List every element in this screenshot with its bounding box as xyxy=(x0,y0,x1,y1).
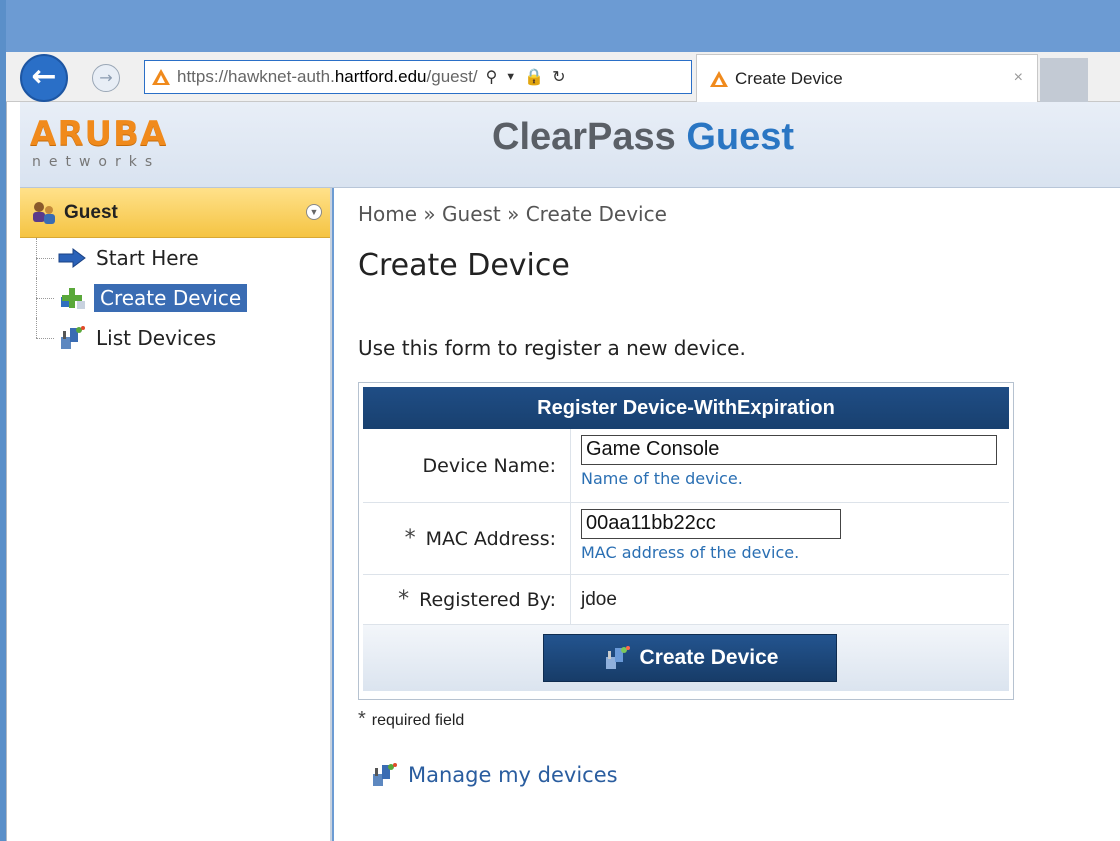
sidebar-heading[interactable]: Guest ▼ xyxy=(20,188,330,238)
required-marker: * xyxy=(398,587,410,612)
create-device-button-label: Create Device xyxy=(639,646,779,669)
arrow-left-icon: ← xyxy=(31,59,57,94)
register-device-form: Register Device-WithExpiration Device Na… xyxy=(358,382,1014,700)
left-margin xyxy=(6,102,20,841)
manage-devices-label: Manage my devices xyxy=(408,763,618,787)
tab-title: Create Device xyxy=(735,68,843,88)
device-name-label: Device Name: xyxy=(363,429,571,502)
sidebar-item-list-devices[interactable]: List Devices xyxy=(20,318,330,358)
arrow-right-icon: → xyxy=(99,68,113,87)
create-device-button[interactable]: Create Device xyxy=(543,634,837,682)
sidebar: Guest ▼ Start Here Create Device List De… xyxy=(20,188,332,841)
forward-button[interactable]: → xyxy=(92,64,120,92)
logo-wordmark: ARUBA xyxy=(30,114,168,154)
form-actions: Create Device xyxy=(363,625,1009,691)
lock-icon[interactable]: 🔒 xyxy=(524,67,544,87)
logo-subtitle: networks xyxy=(32,154,161,170)
arrow-right-icon xyxy=(56,245,88,271)
registered-by-value: jdoe xyxy=(581,589,617,610)
sidebar-item-start-here[interactable]: Start Here xyxy=(20,238,330,278)
mac-address-label: MAC Address: xyxy=(425,527,556,550)
search-icon[interactable]: ⚲ xyxy=(486,67,498,87)
app-title: ClearPass Guest xyxy=(492,116,795,158)
device-name-row: Device Name: Game Console Name of the de… xyxy=(363,429,1009,503)
aruba-favicon-icon xyxy=(152,69,170,85)
registered-by-label: Registered By: xyxy=(419,588,556,611)
sidebar-item-label: List Devices xyxy=(96,326,217,350)
required-marker: * xyxy=(358,708,366,730)
address-bar[interactable]: https://hawknet-auth.hartford.edu/guest/… xyxy=(144,60,692,94)
app-header: ARUBA networks ClearPass Guest xyxy=(20,102,1120,188)
aruba-logo: ARUBA networks xyxy=(30,116,210,176)
devices-icon xyxy=(56,325,88,351)
collapse-icon[interactable]: ▼ xyxy=(306,204,322,220)
devices-icon xyxy=(368,762,400,788)
dropdown-icon[interactable]: ▼ xyxy=(505,67,516,87)
sidebar-heading-label: Guest xyxy=(64,201,118,223)
close-tab-icon[interactable]: × xyxy=(1014,69,1023,87)
browser-toolbar: ← → https://hawknet-auth.hartford.edu/gu… xyxy=(6,52,1120,102)
breadcrumb[interactable]: Home » Guest » Create Device xyxy=(358,202,667,226)
back-button[interactable]: ← xyxy=(20,54,68,102)
manage-devices-link[interactable]: Manage my devices xyxy=(368,762,618,788)
sidebar-item-label: Start Here xyxy=(96,246,199,270)
page-title: Create Device xyxy=(358,248,570,283)
add-device-icon xyxy=(56,285,88,311)
form-heading: Register Device-WithExpiration xyxy=(363,387,1009,429)
intro-text: Use this form to register a new device. xyxy=(358,336,746,360)
device-name-input[interactable]: Game Console xyxy=(581,435,997,465)
new-tab-button[interactable] xyxy=(1040,58,1088,102)
required-field-note: * required field xyxy=(358,708,465,730)
guest-users-icon xyxy=(33,201,55,224)
tab-create-device[interactable]: Create Device × xyxy=(696,54,1038,102)
aruba-favicon-icon xyxy=(710,70,728,87)
mac-address-input[interactable]: 00aa11bb22cc xyxy=(581,509,841,539)
sidebar-item-label: Create Device xyxy=(94,284,248,312)
mac-address-row: * MAC Address: 00aa11bb22cc MAC address … xyxy=(363,503,1009,575)
mac-address-hint: MAC address of the device. xyxy=(581,543,800,562)
main-content: Home » Guest » Create Device Create Devi… xyxy=(334,188,1120,841)
device-name-hint: Name of the device. xyxy=(581,469,743,488)
required-marker: * xyxy=(404,526,416,551)
refresh-icon[interactable]: ↻ xyxy=(552,67,565,87)
sidebar-item-create-device[interactable]: Create Device xyxy=(20,278,330,318)
devices-icon xyxy=(602,645,632,671)
url-text: https://hawknet-auth.hartford.edu/guest/ xyxy=(177,67,478,86)
registered-by-row: * Registered By: jdoe xyxy=(363,575,1009,625)
